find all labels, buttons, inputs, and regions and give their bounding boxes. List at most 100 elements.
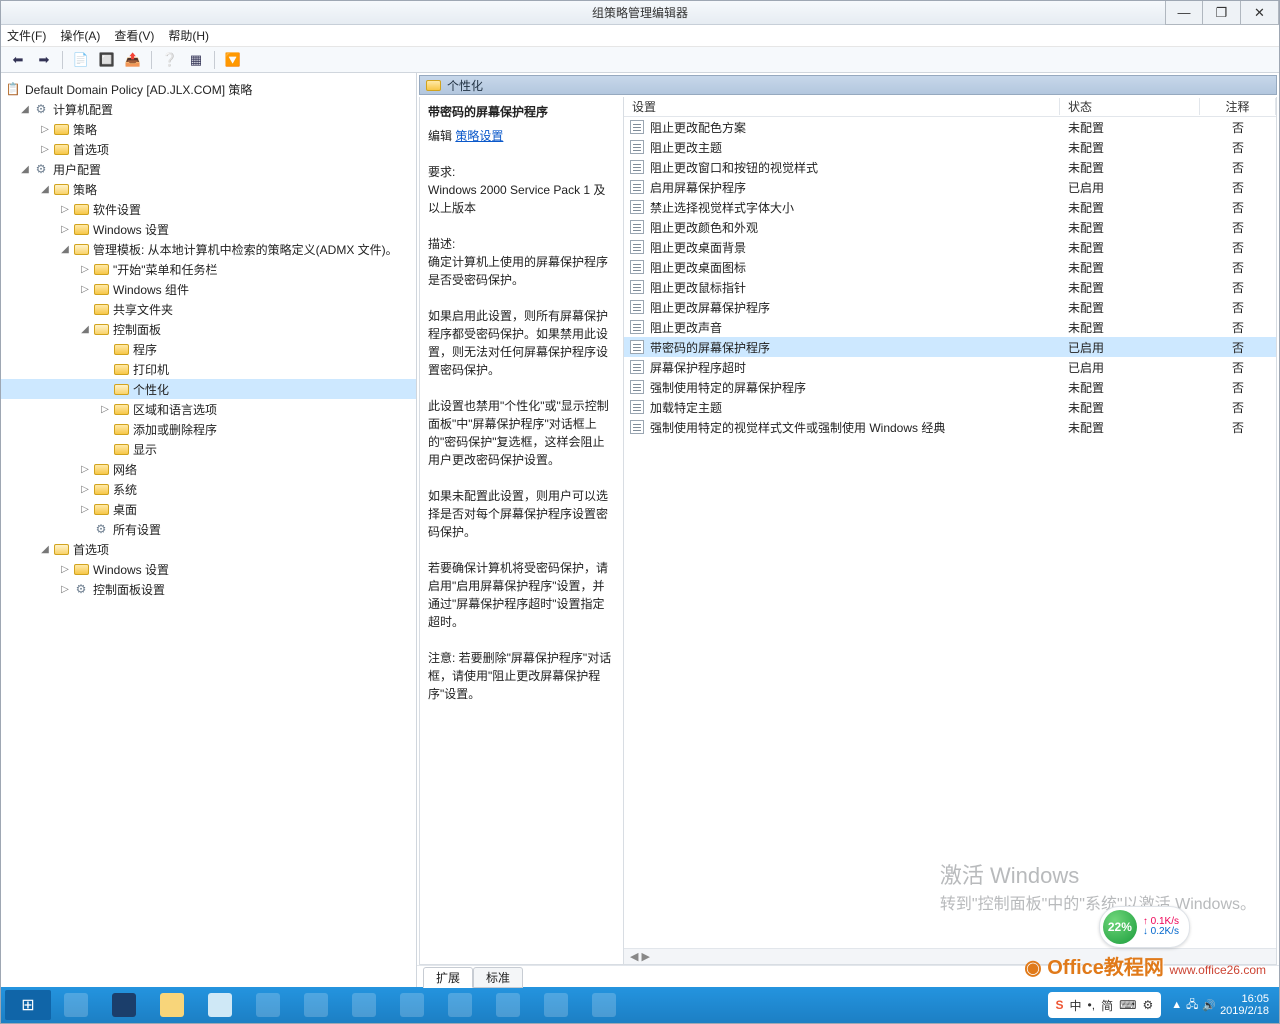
setting-row[interactable]: 阻止更改桌面图标未配置否 bbox=[624, 257, 1276, 277]
filter-icon[interactable]: 🔽 bbox=[222, 49, 244, 71]
collapse-icon[interactable]: ◢ bbox=[79, 324, 91, 335]
start-button[interactable]: ⊞ bbox=[5, 990, 51, 1020]
tree-personalization[interactable]: 个性化 bbox=[1, 379, 416, 399]
tree-win-components[interactable]: ▷Windows 组件 bbox=[1, 279, 416, 299]
expand-icon[interactable]: ▷ bbox=[79, 504, 91, 515]
tree-computer-config[interactable]: ◢⚙计算机配置 bbox=[1, 99, 416, 119]
setting-row[interactable]: 阻止更改配色方案未配置否 bbox=[624, 117, 1276, 137]
setting-row[interactable]: 启用屏幕保护程序已启用否 bbox=[624, 177, 1276, 197]
expand-icon[interactable]: ▷ bbox=[39, 144, 51, 155]
col-note[interactable]: 注释 bbox=[1200, 98, 1276, 115]
menu-help[interactable]: 帮助(H) bbox=[168, 27, 209, 44]
taskbar-app3[interactable] bbox=[341, 990, 387, 1020]
expand-icon[interactable]: ▷ bbox=[79, 264, 91, 275]
expand-icon[interactable]: ▷ bbox=[59, 224, 71, 235]
setting-row[interactable]: 带密码的屏幕保护程序已启用否 bbox=[624, 337, 1276, 357]
tray-sound-icon[interactable]: 🔊 bbox=[1202, 999, 1216, 1012]
tree-printers[interactable]: 打印机 bbox=[1, 359, 416, 379]
taskbar-powershell[interactable] bbox=[101, 990, 147, 1020]
tree-start-taskbar[interactable]: ▷"开始"菜单和任务栏 bbox=[1, 259, 416, 279]
menu-action[interactable]: 操作(A) bbox=[60, 27, 100, 44]
tree-root[interactable]: 📋 Default Domain Policy [AD.JLX.COM] 策略 bbox=[1, 79, 416, 99]
tree-uc-policy[interactable]: ◢策略 bbox=[1, 179, 416, 199]
maximize-button[interactable]: ❐ bbox=[1203, 1, 1241, 25]
ime-keyboard-icon[interactable]: ⌨ bbox=[1119, 998, 1136, 1012]
taskbar-server-manager[interactable] bbox=[53, 990, 99, 1020]
taskbar-explorer[interactable] bbox=[149, 990, 195, 1020]
network-speed-widget[interactable]: 22% ↑ 0.1K/s ↓ 0.2K/s bbox=[1099, 906, 1190, 948]
taskbar-app1[interactable] bbox=[245, 990, 291, 1020]
up-icon[interactable]: 📄 bbox=[70, 49, 92, 71]
tree-desktop[interactable]: ▷桌面 bbox=[1, 499, 416, 519]
col-name[interactable]: 设置 bbox=[624, 98, 1060, 115]
taskbar-app2[interactable] bbox=[293, 990, 339, 1020]
tree-shared-folders[interactable]: 共享文件夹 bbox=[1, 299, 416, 319]
setting-row[interactable]: 阻止更改桌面背景未配置否 bbox=[624, 237, 1276, 257]
setting-row[interactable]: 强制使用特定的视觉样式文件或强制使用 Windows 经典未配置否 bbox=[624, 417, 1276, 437]
collapse-icon[interactable]: ◢ bbox=[19, 164, 31, 175]
export-icon[interactable]: 📤 bbox=[122, 49, 144, 71]
tree-region-lang[interactable]: ▷区域和语言选项 bbox=[1, 399, 416, 419]
expand-icon[interactable]: ▷ bbox=[59, 584, 71, 595]
tree-all-settings[interactable]: ⚙所有设置 bbox=[1, 519, 416, 539]
taskbar-app6[interactable] bbox=[485, 990, 531, 1020]
show-hide-icon[interactable]: 🔲 bbox=[96, 49, 118, 71]
collapse-icon[interactable]: ◢ bbox=[39, 184, 51, 195]
expand-icon[interactable]: ▷ bbox=[79, 464, 91, 475]
taskbar-ie[interactable] bbox=[197, 990, 243, 1020]
tree-user-config[interactable]: ◢⚙用户配置 bbox=[1, 159, 416, 179]
setting-row[interactable]: 禁止选择视觉样式字体大小未配置否 bbox=[624, 197, 1276, 217]
collapse-icon[interactable]: ◢ bbox=[39, 544, 51, 555]
setting-row[interactable]: 阻止更改颜色和外观未配置否 bbox=[624, 217, 1276, 237]
tray-flag-icon[interactable]: ▲ bbox=[1171, 999, 1182, 1011]
tree-network[interactable]: ▷网络 bbox=[1, 459, 416, 479]
expand-icon[interactable]: ▷ bbox=[39, 124, 51, 135]
taskbar-app7[interactable] bbox=[533, 990, 579, 1020]
forward-icon[interactable]: ➡ bbox=[33, 49, 55, 71]
close-button[interactable]: ✕ bbox=[1241, 1, 1279, 25]
setting-row[interactable]: 阻止更改鼠标指针未配置否 bbox=[624, 277, 1276, 297]
minimize-button[interactable]: — bbox=[1165, 1, 1203, 25]
ime-more-icon[interactable]: ⚙ bbox=[1142, 998, 1153, 1012]
options-icon[interactable]: ▦ bbox=[185, 49, 207, 71]
collapse-icon[interactable]: ◢ bbox=[19, 104, 31, 115]
tray-network-icon[interactable]: 🖧 bbox=[1186, 996, 1198, 1015]
expand-icon[interactable]: ▷ bbox=[99, 404, 111, 415]
tree-display[interactable]: 显示 bbox=[1, 439, 416, 459]
tree-uc-pref[interactable]: ◢首选项 bbox=[1, 539, 416, 559]
collapse-icon[interactable]: ◢ bbox=[59, 244, 71, 255]
setting-row[interactable]: 屏幕保护程序超时已启用否 bbox=[624, 357, 1276, 377]
tree-software[interactable]: ▷软件设置 bbox=[1, 199, 416, 219]
setting-row[interactable]: 阻止更改窗口和按钮的视觉样式未配置否 bbox=[624, 157, 1276, 177]
setting-row[interactable]: 强制使用特定的屏幕保护程序未配置否 bbox=[624, 377, 1276, 397]
tree-pref-win[interactable]: ▷Windows 设置 bbox=[1, 559, 416, 579]
menu-view[interactable]: 查看(V) bbox=[114, 27, 154, 44]
expand-icon[interactable]: ▷ bbox=[79, 484, 91, 495]
tree-pref-cp[interactable]: ▷⚙控制面板设置 bbox=[1, 579, 416, 599]
taskbar-app4[interactable] bbox=[389, 990, 435, 1020]
setting-row[interactable]: 阻止更改屏幕保护程序未配置否 bbox=[624, 297, 1276, 317]
tree-win-settings[interactable]: ▷Windows 设置 bbox=[1, 219, 416, 239]
tree-pane[interactable]: 📋 Default Domain Policy [AD.JLX.COM] 策略 … bbox=[1, 73, 417, 987]
ime-punct[interactable]: •, bbox=[1088, 998, 1096, 1012]
expand-icon[interactable]: ▷ bbox=[59, 564, 71, 575]
col-state[interactable]: 状态 bbox=[1060, 98, 1200, 115]
tree-cc-pref[interactable]: ▷首选项 bbox=[1, 139, 416, 159]
ime-mode[interactable]: 简 bbox=[1101, 997, 1113, 1014]
tree-control-panel[interactable]: ◢控制面板 bbox=[1, 319, 416, 339]
menu-file[interactable]: 文件(F) bbox=[7, 27, 46, 44]
tree-cc-policy[interactable]: ▷策略 bbox=[1, 119, 416, 139]
tree-programs[interactable]: 程序 bbox=[1, 339, 416, 359]
taskbar-app5[interactable] bbox=[437, 990, 483, 1020]
taskbar[interactable]: ⊞ S 中 •, 简 ⌨ ⚙ ▲ 🖧 🔊 bbox=[1, 987, 1279, 1023]
setting-row[interactable]: 阻止更改声音未配置否 bbox=[624, 317, 1276, 337]
setting-row[interactable]: 阻止更改主题未配置否 bbox=[624, 137, 1276, 157]
expand-icon[interactable]: ▷ bbox=[59, 204, 71, 215]
tree-system[interactable]: ▷系统 bbox=[1, 479, 416, 499]
ime-bar[interactable]: S 中 •, 简 ⌨ ⚙ bbox=[1048, 992, 1162, 1018]
tab-extended[interactable]: 扩展 bbox=[423, 967, 473, 988]
tree-admin-templates[interactable]: ◢管理模板: 从本地计算机中检索的策略定义(ADMX 文件)。 bbox=[1, 239, 416, 259]
taskbar-app8[interactable] bbox=[581, 990, 627, 1020]
edit-policy-link[interactable]: 策略设置 bbox=[455, 129, 503, 143]
back-icon[interactable]: ⬅ bbox=[7, 49, 29, 71]
